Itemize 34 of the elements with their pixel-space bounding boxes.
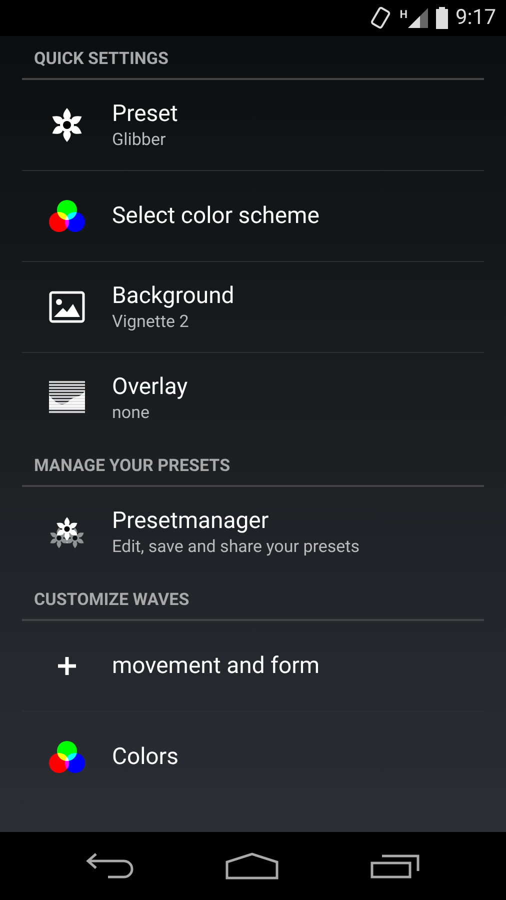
settings-item[interactable]: movement and form [22, 621, 484, 712]
item-subtitle: none [112, 402, 150, 424]
back-icon[interactable] [86, 853, 134, 879]
overlay-icon [49, 381, 85, 415]
section-header: QUICK SETTINGS [22, 36, 484, 80]
item-title: Colors [112, 742, 178, 772]
color-circles-icon [48, 740, 86, 774]
battery-icon [436, 7, 448, 29]
section-header: CUSTOMIZE WAVES [22, 577, 484, 621]
recents-icon[interactable] [370, 853, 420, 879]
settings-item[interactable]: Colors [22, 712, 484, 803]
section-header: MANAGE YOUR PRESETS [22, 443, 484, 487]
item-title: movement and form [112, 651, 320, 681]
item-title: Preset [112, 99, 178, 129]
item-title: Select color scheme [112, 201, 320, 231]
image-icon [49, 291, 85, 323]
item-title: Presetmanager [112, 506, 270, 536]
item-title: Background [112, 281, 234, 311]
item-subtitle: Edit, save and share your presets [112, 536, 360, 558]
color-circles-icon [48, 199, 86, 233]
network-type: H [400, 8, 408, 21]
home-icon[interactable] [224, 852, 279, 880]
plus-icon [57, 656, 77, 676]
signal-icon [408, 8, 428, 28]
settings-item[interactable]: Preset Glibber [22, 80, 484, 171]
settings-item[interactable]: Presetmanager Edit, save and share your presets [22, 487, 484, 577]
settings-item[interactable]: Select color scheme [22, 171, 484, 262]
item-subtitle: Vignette 2 [112, 311, 190, 333]
item-title: Overlay [112, 372, 188, 402]
settings-item[interactable]: Background Vignette 2 [22, 262, 484, 353]
clock: 9:17 [456, 6, 496, 30]
settings-item[interactable]: Overlay none [22, 353, 484, 443]
item-subtitle: Glibber [112, 129, 167, 151]
rotation-icon [370, 6, 392, 30]
